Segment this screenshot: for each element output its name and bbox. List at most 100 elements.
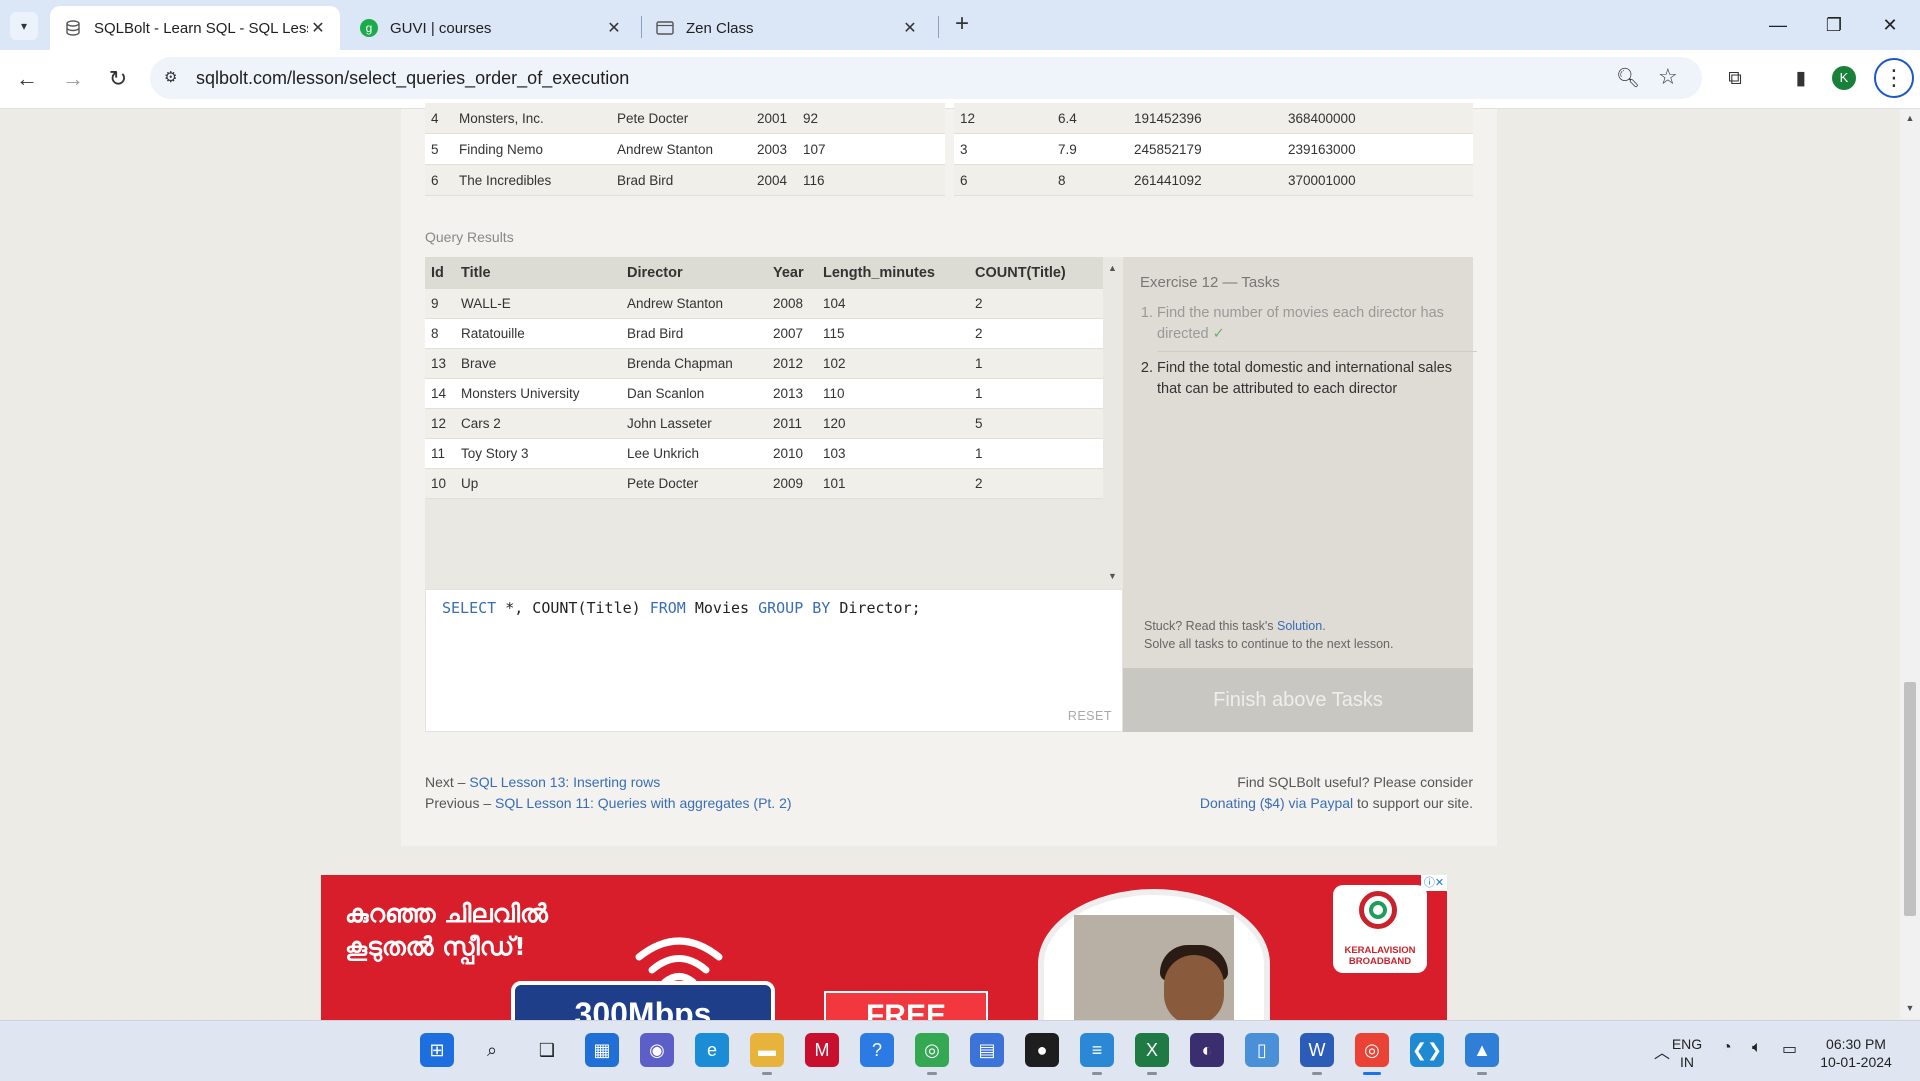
ad-speed-box: 300Mbps <box>511 981 775 1020</box>
photos-icon[interactable]: ▲ <box>1465 1033 1499 1075</box>
more-menu-icon[interactable]: ⋮ <box>1874 58 1914 98</box>
tab-zen-class[interactable]: Zen Class ✕ <box>642 6 932 50</box>
site-info-tune-icon[interactable]: ⚙ <box>164 68 184 88</box>
forward-arrow-icon[interactable]: → <box>58 64 88 94</box>
profile-avatar[interactable]: K <box>1832 66 1856 90</box>
scroll-down-arrow-icon[interactable]: ▼ <box>1904 1003 1916 1013</box>
eclipse-icon[interactable]: ◐ <box>1190 1033 1224 1067</box>
stuck-note: Stuck? Read this task's Solution. Solve … <box>1144 617 1393 653</box>
table-cell: John Lasseter <box>621 408 767 439</box>
restore-icon[interactable]: ❐ <box>1814 10 1854 40</box>
search-icon[interactable]: ⌕ <box>475 1033 509 1067</box>
finish-tasks-button[interactable]: Finish above Tasks <box>1123 668 1473 732</box>
page-scrollbar-thumb[interactable] <box>1904 682 1916 916</box>
wifi-status-icon[interactable]: ◔ <box>1722 1039 1732 1057</box>
tab-title: GUVI | courses <box>390 19 492 37</box>
table-row-right: 12 6.4 191452396 368400000 <box>954 103 1473 134</box>
close-tab-icon[interactable]: ✕ <box>604 18 624 38</box>
extensions-puzzle-icon[interactable]: ⧉ <box>1722 66 1748 92</box>
column-header: Length_minutes <box>817 257 969 289</box>
notepad-icon[interactable]: ≡ <box>1080 1033 1114 1075</box>
chrome-profile-icon[interactable]: ◎ <box>1355 1033 1389 1075</box>
brand-line2: BROADBAND <box>1348 956 1412 967</box>
tasks-title: Exercise 12 — Tasks <box>1140 274 1280 291</box>
window-close-icon[interactable]: ✕ <box>1870 10 1910 40</box>
solution-link[interactable]: Solution <box>1277 619 1322 633</box>
new-tab-plus-icon[interactable]: + <box>949 12 975 38</box>
address-bar[interactable]: ⚙ sqlbolt.com/lesson/select_queries_orde… <box>150 57 1702 99</box>
sql-editor[interactable]: SELECT *, COUNT(Title) FROM Movies GROUP… <box>425 589 1123 732</box>
battery-icon[interactable]: ▭ <box>1782 1039 1797 1059</box>
table-cell: Brad Bird <box>621 318 767 349</box>
table-row-right: 3 7.9 245852179 239163000 <box>954 133 1473 165</box>
close-tab-icon[interactable]: ✕ <box>308 18 328 38</box>
teams-chat-icon[interactable]: ◉ <box>640 1033 674 1067</box>
table-cell: 7.9 <box>1052 133 1128 165</box>
bookmark-star-icon[interactable]: ☆ <box>1658 64 1678 90</box>
zoom-magnifier-icon[interactable]: 🔍︎ <box>1616 66 1640 90</box>
checkmark-icon: ✓ <box>1212 326 1225 342</box>
scroll-up-arrow-icon[interactable]: ▲ <box>1108 263 1117 273</box>
next-lesson-link[interactable]: SQL Lesson 13: Inserting rows <box>469 774 660 790</box>
table-cell: Cars 2 <box>455 408 621 439</box>
table-cell: 120 <box>817 408 969 439</box>
scroll-down-arrow-icon[interactable]: ▼ <box>1108 571 1117 581</box>
table-row: 14 Monsters University Dan Scanlon 2013 110 1 <box>425 378 1103 409</box>
back-arrow-icon[interactable]: ← <box>12 64 42 94</box>
task-view-icon[interactable]: ❑ <box>530 1033 564 1067</box>
tab-guvi[interactable]: g GUVI | courses ✕ <box>346 6 636 50</box>
column-header: Id <box>425 257 455 289</box>
windows-taskbar: ⊞ ⌕ ❑ ▦ ◉ e ▬ M? ◎ ▤ ● ≡ X ◐ ▯ W ◎ ❮❯ ▲ ︿ ENG IN ◔ 🔈︎ ▭ 06:… <box>0 1020 1920 1081</box>
edge-icon[interactable]: e <box>695 1033 729 1067</box>
results-scrollbar[interactable]: ▲ ▼ <box>1103 257 1123 589</box>
table-cell: 12 <box>954 103 1052 134</box>
prev-lesson-link[interactable]: SQL Lesson 11: Queries with aggregates (… <box>495 795 792 811</box>
show-hidden-icons-chevron-icon[interactable]: ︿ <box>1654 1039 1670 1063</box>
task-item-1: Find the number of movies each director … <box>1157 303 1477 352</box>
url-text[interactable]: sqlbolt.com/lesson/select_queries_order_… <box>196 68 629 89</box>
table-cell: Monsters University <box>455 378 621 409</box>
tab-sqlbolt[interactable]: SQLBolt - Learn SQL - SQL Less ✕ <box>50 6 340 50</box>
clock[interactable]: 06:30 PM 10-01-2024 <box>1818 1035 1894 1071</box>
tab-search-chevron-icon[interactable]: ▾ <box>10 12 38 40</box>
table-cell: 2009 <box>767 468 817 499</box>
table-cell: 370001000 <box>1282 164 1473 196</box>
donate-link[interactable]: Donating ($4) via Paypal <box>1200 795 1353 811</box>
chrome-icon[interactable]: ◎ <box>915 1033 949 1075</box>
reset-button[interactable]: RESET <box>1068 709 1112 723</box>
excel-icon[interactable]: X <box>1135 1033 1169 1075</box>
ad-headline: കുറഞ്ഞ ചിലവിൽ കൂടുതൽ സ്പീഡ്! <box>345 897 548 963</box>
mcafee-icon[interactable]: M <box>805 1033 839 1067</box>
table-cell: 4 <box>425 103 453 134</box>
language-indicator[interactable]: ENG IN <box>1670 1035 1704 1071</box>
lesson-navigation: Next – SQL Lesson 13: Inserting rows Pre… <box>425 772 792 814</box>
scroll-up-arrow-icon[interactable]: ▲ <box>1904 113 1916 123</box>
table-row: 10 Up Pete Docter 2009 101 2 <box>425 468 1103 499</box>
table-cell: Up <box>455 468 621 499</box>
tasks-panel: Exercise 12 — Tasks Find the number of m… <box>1123 257 1477 668</box>
table-row: 11 Toy Story 3 Lee Unkrich 2010 103 1 <box>425 438 1103 469</box>
table-cell: 191452396 <box>1128 103 1282 134</box>
widgets-icon[interactable]: ▦ <box>585 1033 619 1067</box>
reload-icon[interactable]: ↻ <box>103 64 133 94</box>
word-icon[interactable]: W <box>1300 1033 1334 1075</box>
vscode-icon[interactable]: ❮❯ <box>1410 1033 1444 1067</box>
windows-start-icon[interactable]: ⊞ <box>420 1033 454 1067</box>
file-explorer-icon[interactable]: ▬ <box>750 1033 784 1075</box>
column-header: COUNT(Title) <box>969 257 1103 289</box>
table-cell: 2 <box>969 468 1103 499</box>
table-cell: WALL-E <box>455 289 621 319</box>
table-cell: 13 <box>425 348 455 379</box>
side-panel-icon[interactable]: ▮ <box>1788 66 1814 92</box>
help-icon[interactable]: ? <box>860 1033 894 1067</box>
close-tab-icon[interactable]: ✕ <box>900 18 920 38</box>
github-icon[interactable]: ● <box>1025 1033 1059 1067</box>
ad-banner[interactable]: കുറഞ്ഞ ചിലവിൽ കൂടുതൽ സ്പീഡ്! 300Mbps FRE… <box>321 875 1447 1020</box>
sql-query-text[interactable]: SELECT *, COUNT(Title) FROM Movies GROUP… <box>442 599 921 617</box>
ad-close-icon[interactable]: ⓘ✕ <box>1421 875 1447 891</box>
minimize-icon[interactable]: — <box>1758 10 1798 40</box>
files-icon[interactable]: ▯ <box>1245 1033 1279 1067</box>
table-cell: Pete Docter <box>611 103 751 134</box>
store-icon[interactable]: ▤ <box>970 1033 1004 1067</box>
volume-icon[interactable]: 🔈︎ <box>1752 1039 1762 1057</box>
